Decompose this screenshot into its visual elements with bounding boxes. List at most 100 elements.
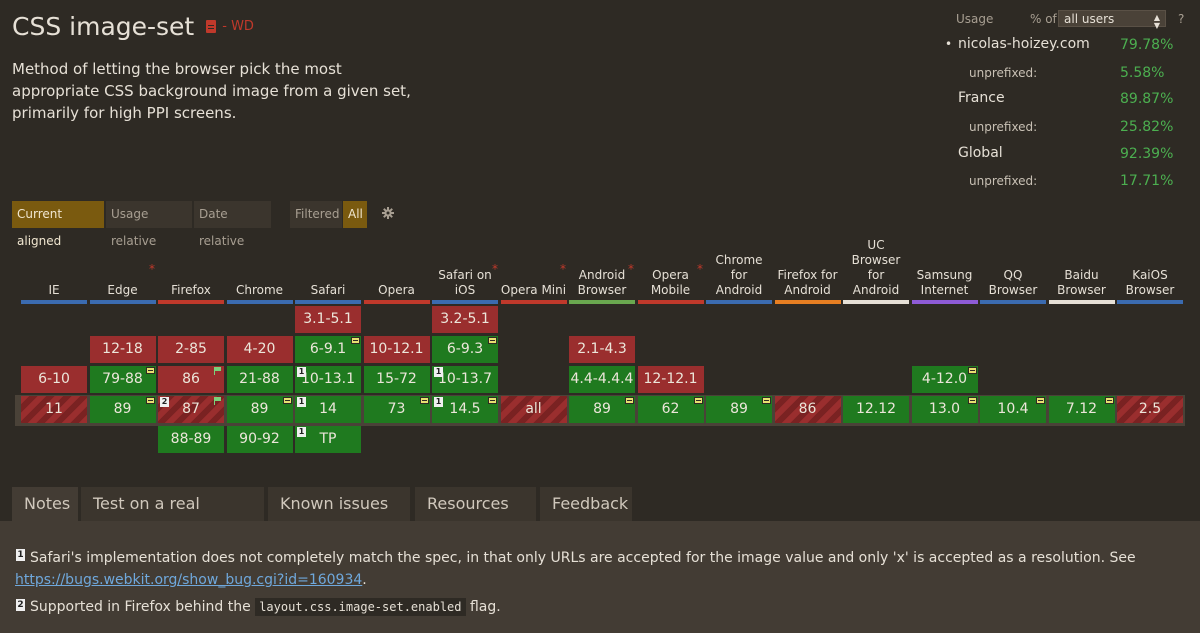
version-range: 21-88 bbox=[239, 371, 280, 387]
support-cell[interactable]: 11 bbox=[21, 396, 87, 423]
browser-name: Opera bbox=[378, 283, 415, 297]
browser-header-android-browser: Android Browser bbox=[569, 236, 635, 304]
support-cell[interactable]: 2.5 bbox=[1117, 396, 1183, 423]
browser-color-bar bbox=[911, 300, 978, 304]
support-cell[interactable]: 6-9.1 bbox=[295, 336, 361, 363]
current-aligned-button[interactable]: Current aligned bbox=[12, 201, 104, 248]
support-cell[interactable]: 90-92 bbox=[226, 426, 293, 453]
support-cell[interactable]: 2.1-4.3 bbox=[569, 336, 635, 363]
help-link[interactable]: ? bbox=[1178, 12, 1184, 26]
support-cell[interactable]: 3.1-5.1 bbox=[295, 306, 361, 333]
note-marker-icon: 1 bbox=[434, 397, 443, 407]
browser-color-bar bbox=[432, 300, 498, 304]
support-cell[interactable]: 12-12.1 bbox=[637, 366, 704, 393]
usage-relative-button[interactable]: Usage relative bbox=[106, 201, 192, 248]
version-range: 87 bbox=[182, 401, 200, 417]
tab-notes[interactable]: Notes bbox=[12, 487, 78, 521]
usage-site-unprefixed-label: unprefixed: bbox=[969, 66, 1038, 80]
support-cell[interactable]: 4.4-4.4.4 bbox=[569, 366, 635, 393]
browser-color-bar bbox=[500, 300, 567, 304]
spec-status[interactable]: - WD bbox=[222, 19, 254, 34]
prefix-flag-icon bbox=[282, 397, 292, 404]
support-cell[interactable]: 10-12.1 bbox=[363, 336, 430, 363]
gear-icon[interactable] bbox=[382, 207, 394, 219]
support-cell[interactable]: 12.12 bbox=[843, 396, 909, 423]
support-cell[interactable]: 4-20 bbox=[226, 336, 293, 363]
version-range: 3.1-5.1 bbox=[303, 311, 353, 327]
all-button[interactable]: All bbox=[343, 201, 367, 228]
support-cell[interactable]: 13.0 bbox=[911, 396, 978, 423]
support-cell[interactable]: 4-12.0 bbox=[911, 366, 978, 393]
version-range: 12.12 bbox=[855, 401, 897, 417]
support-cell[interactable]: 7.12 bbox=[1048, 396, 1115, 423]
support-cell[interactable]: 89 bbox=[706, 396, 772, 423]
version-range: 4.4-4.4.4 bbox=[570, 371, 634, 387]
support-cell[interactable]: all bbox=[500, 396, 567, 423]
browser-name: Firefox for Android bbox=[777, 268, 838, 297]
support-cell[interactable]: 87 2 bbox=[158, 396, 224, 423]
prefix-flag-icon bbox=[351, 337, 360, 344]
version-range: 4-20 bbox=[243, 341, 276, 357]
usage-global-name: Global bbox=[958, 145, 1003, 161]
support-cell[interactable]: 89 bbox=[226, 396, 293, 423]
support-cell[interactable]: 10-13.1 1 bbox=[295, 366, 361, 393]
browser-name: Firefox bbox=[171, 283, 211, 297]
support-cell[interactable]: 88-89 bbox=[158, 426, 224, 453]
users-select[interactable]: all users ▲ ▼ bbox=[1058, 10, 1166, 30]
support-cell[interactable]: 6-10 bbox=[21, 366, 87, 393]
support-cell[interactable]: 73 bbox=[363, 396, 430, 423]
browser-header-baidu-browser: Baidu Browser bbox=[1048, 236, 1115, 304]
version-range: 11 bbox=[45, 401, 63, 417]
support-cell[interactable]: 62 bbox=[637, 396, 704, 423]
note-1: Safari's implementation does not complet… bbox=[30, 547, 1180, 569]
support-cell[interactable]: 10-13.7 1 bbox=[432, 366, 498, 393]
support-cell[interactable]: 86 bbox=[774, 396, 841, 423]
feature-description: Method of letting the browser pick the m… bbox=[12, 60, 411, 122]
version-range: 88-89 bbox=[170, 431, 212, 447]
support-cell[interactable]: 2-85 bbox=[158, 336, 224, 363]
browser-color-bar bbox=[706, 300, 772, 304]
support-cell[interactable]: 3.2-5.1 bbox=[432, 306, 498, 333]
version-range: 7.12 bbox=[1065, 401, 1098, 417]
prefix-flag-icon bbox=[419, 397, 429, 404]
support-cell[interactable]: 12-18 bbox=[89, 336, 156, 363]
support-cell[interactable]: 89 bbox=[89, 396, 156, 423]
version-range: 14 bbox=[319, 401, 337, 417]
support-cell[interactable]: 6-9.3 bbox=[432, 336, 498, 363]
page-title: CSS image-set bbox=[12, 12, 195, 41]
prefix-flag-icon bbox=[625, 397, 634, 404]
browser-color-bar bbox=[1048, 300, 1115, 304]
support-cell[interactable]: 79-88 bbox=[89, 366, 156, 393]
prefix-flag-icon bbox=[762, 397, 771, 404]
browser-color-bar bbox=[637, 300, 704, 304]
support-cell[interactable]: 89 bbox=[569, 396, 635, 423]
prefix-star-edge: * bbox=[149, 262, 155, 276]
notes-panel: 1 Safari's implementation does not compl… bbox=[0, 521, 1200, 633]
spec-document-icon[interactable] bbox=[206, 20, 217, 33]
version-range: 89 bbox=[730, 401, 748, 417]
note-marker-icon: 2 bbox=[160, 397, 169, 407]
note-marker-icon: 1 bbox=[297, 397, 306, 407]
filtered-button[interactable]: Filtered bbox=[290, 201, 342, 228]
support-cell[interactable]: 14.5 1 bbox=[432, 396, 498, 423]
tab-feedback[interactable]: Feedback bbox=[540, 487, 632, 521]
support-cell[interactable]: 15-72 bbox=[363, 366, 430, 393]
support-cell[interactable]: 10.4 bbox=[980, 396, 1046, 423]
note-1-end: . bbox=[362, 572, 367, 588]
version-range: 90-92 bbox=[239, 431, 280, 447]
prefix-flag-icon bbox=[967, 367, 977, 374]
date-relative-button[interactable]: Date relative bbox=[194, 201, 271, 248]
support-cell[interactable]: 14 1 bbox=[295, 396, 361, 423]
usage-site-value: 79.78% bbox=[1120, 37, 1174, 53]
tab-resources[interactable]: Resources (6) bbox=[415, 487, 536, 547]
support-cell[interactable]: 86 bbox=[158, 366, 224, 393]
browser-name: Opera Mini bbox=[500, 283, 567, 297]
browser-name: Opera Mobile bbox=[650, 268, 691, 297]
support-cell[interactable]: TP 1 bbox=[295, 426, 361, 453]
support-cell[interactable]: 21-88 bbox=[226, 366, 293, 393]
prefix-star-android: * bbox=[628, 262, 634, 276]
browser-header-opera: Opera bbox=[363, 236, 430, 304]
tab-test-real-browser[interactable]: Test on a real browser bbox=[81, 487, 264, 547]
tab-known-issues[interactable]: Known issues (0) bbox=[268, 487, 410, 547]
note-1-bug-link[interactable]: https://bugs.webkit.org/show_bug.cgi?id=… bbox=[15, 572, 362, 588]
